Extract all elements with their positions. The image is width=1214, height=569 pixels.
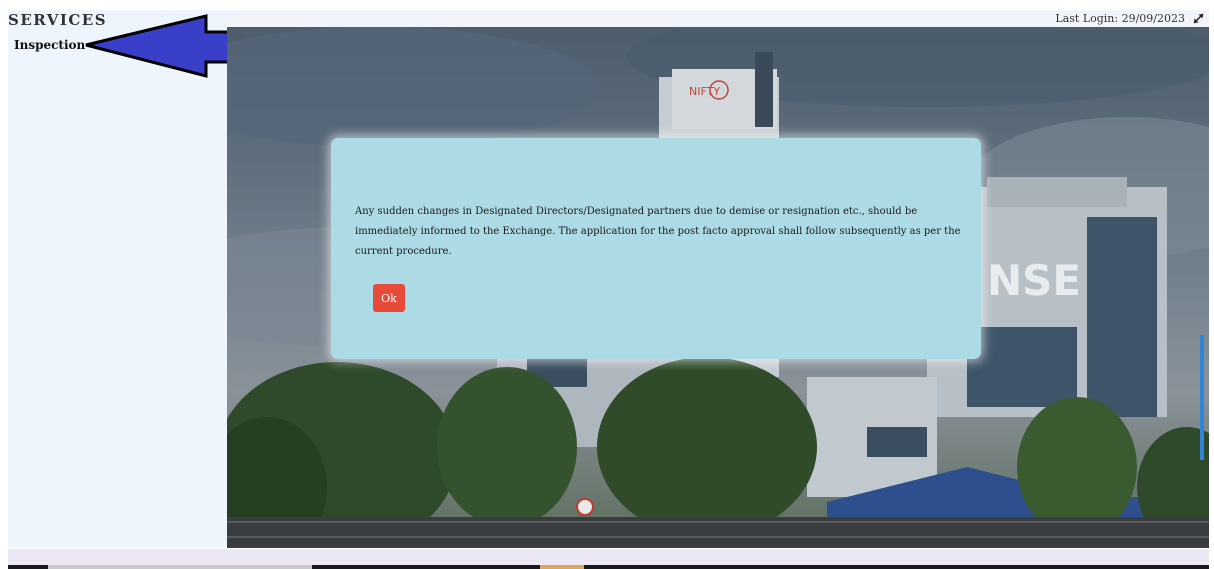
page: SERVICES Inspection Last Login: 29/09/20… — [0, 0, 1214, 569]
nse-sign-text: NSE — [987, 256, 1081, 305]
bottom-edge-segment — [48, 565, 312, 569]
expand-arrows-icon[interactable] — [1192, 12, 1205, 25]
last-login-text: Last Login: 29/09/2023 — [1055, 12, 1185, 25]
sidebar-item-inspection[interactable]: Inspection — [14, 37, 85, 53]
alert-modal: Any sudden changes in Designated Directo… — [331, 138, 981, 359]
nifty-logo-text: NIFTY — [689, 85, 720, 98]
scroll-accent — [1200, 335, 1204, 460]
sidebar: SERVICES Inspection — [8, 10, 227, 548]
modal-message: Any sudden changes in Designated Directo… — [355, 206, 961, 257]
header-strip: Last Login: 29/09/2023 — [227, 10, 1209, 27]
footer-bar — [8, 549, 1209, 565]
bottom-edge-segment-accent — [540, 565, 584, 569]
ok-button[interactable]: Ok — [373, 284, 405, 312]
